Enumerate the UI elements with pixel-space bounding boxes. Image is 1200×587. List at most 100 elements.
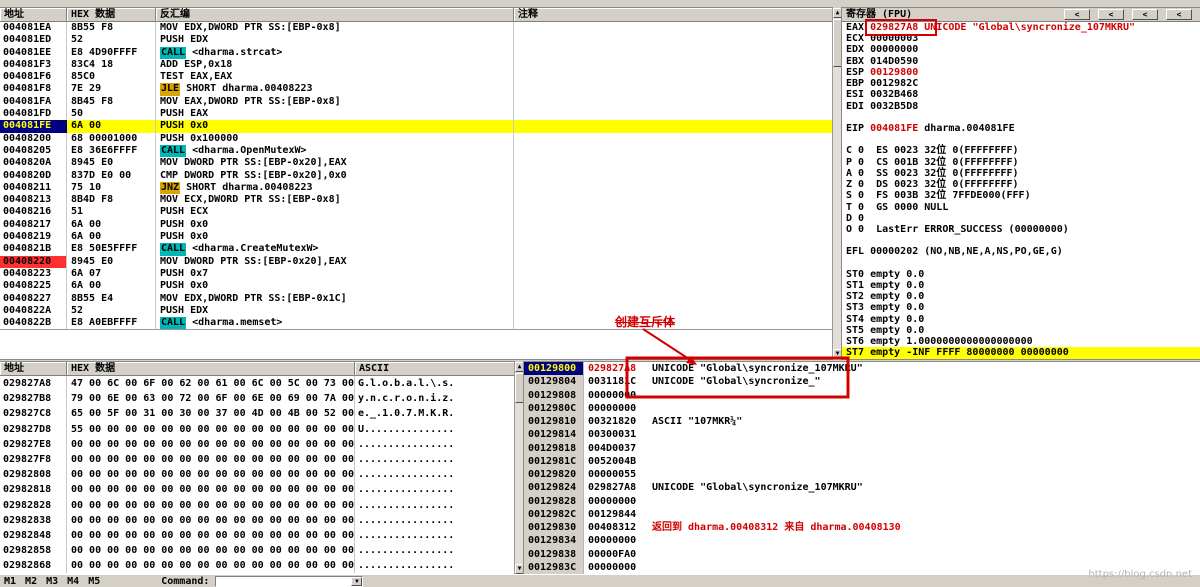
- register-line[interactable]: EAX 029827A8 UNICODE "Global\syncronize_…: [842, 22, 1200, 33]
- dump-col-header-hex[interactable]: HEX 数据: [67, 362, 355, 375]
- disasm-row[interactable]: 0040822A 52 PUSH EDX: [0, 304, 832, 318]
- dump-row[interactable]: 02982828 00 00 00 00 00 00 00 00 00 00 00…: [0, 497, 514, 513]
- dump-row[interactable]: 02982848 00 00 00 00 00 00 00 00 00 00 00…: [0, 527, 514, 544]
- register-line[interactable]: EIP 004081FE dharma.004081FE: [842, 123, 1200, 134]
- register-line[interactable]: [842, 112, 1200, 123]
- registers-view-chevron-button[interactable]: <: [1064, 9, 1090, 20]
- dump-row[interactable]: 02982838 00 00 00 00 00 00 00 00 00 00 00…: [0, 512, 514, 528]
- registers-view-chevron-button[interactable]: <: [1132, 9, 1158, 20]
- scroll-track[interactable]: [833, 67, 842, 349]
- dump-row[interactable]: 029827E8 00 00 00 00 00 00 00 00 00 00 00…: [0, 436, 514, 452]
- dump-scrollbar[interactable]: ▲ ▼: [514, 362, 524, 574]
- tab-m5[interactable]: M5: [88, 576, 100, 587]
- tab-m4[interactable]: M4: [67, 576, 79, 587]
- register-line[interactable]: P 0 CS 001B 32位 0(FFFFFFFF): [842, 157, 1200, 168]
- disasm-row[interactable]: 00408213 8B4D F8 MOV ECX,DWORD PTR SS:[EBP…: [0, 194, 832, 207]
- scroll-down-icon[interactable]: ▼: [833, 349, 842, 359]
- stack-row[interactable]: 0012981C 0052004B: [524, 454, 1200, 468]
- disasm-row[interactable]: 00408220 8945 E0 MOV DWORD PTR SS:[EBP-0x2…: [0, 255, 832, 268]
- register-line[interactable]: [842, 235, 1200, 246]
- stack-row[interactable]: 00129814 00300031: [524, 428, 1200, 442]
- register-line[interactable]: T 0 GS 0000 NULL: [842, 202, 1200, 213]
- register-line[interactable]: ST5 empty 0.0: [842, 325, 1200, 336]
- disasm-row[interactable]: 00408200 68 00001000 PUSH 0x100000: [0, 132, 832, 145]
- register-line[interactable]: A 0 SS 0023 32位 0(FFFFFFFF): [842, 168, 1200, 179]
- dump-col-header-ascii[interactable]: ASCII: [355, 362, 514, 375]
- register-line[interactable]: ST0 empty 0.0: [842, 269, 1200, 280]
- disasm-row[interactable]: 00408211 75 10 JNZ SHORT dharma.00408223: [0, 181, 832, 195]
- register-line[interactable]: ESI 0032B468: [842, 89, 1200, 100]
- disasm-row[interactable]: 0040822B E8 A0EBFFFF CALL <dharma.memset>: [0, 317, 832, 330]
- disasm-row[interactable]: 004081ED 52 PUSH EDX: [0, 34, 832, 47]
- disasm-row[interactable]: 0040820A 8945 E0 MOV DWORD PTR SS:[EBP-0x2…: [0, 157, 832, 170]
- scroll-up-icon[interactable]: ▲: [515, 362, 524, 372]
- register-line[interactable]: O 0 LastErr ERROR_SUCCESS (00000000): [842, 224, 1200, 235]
- register-line[interactable]: ST6 empty 1.0000000000000000000: [842, 336, 1200, 347]
- register-line[interactable]: ST1 empty 0.0: [842, 280, 1200, 291]
- disasm-row[interactable]: 00408227 8B55 E4 MOV EDX,DWORD PTR SS:[EBP…: [0, 292, 832, 305]
- register-line[interactable]: EDX 00000000: [842, 44, 1200, 55]
- scroll-down-icon[interactable]: ▼: [515, 564, 524, 574]
- dump-row[interactable]: 02982808 00 00 00 00 00 00 00 00 00 00 00…: [0, 467, 514, 483]
- register-line[interactable]: Z 0 DS 0023 32位 0(FFFFFFFF): [842, 179, 1200, 190]
- stack-row[interactable]: 00129804 0031181C UNICODE "Global\syncroni…: [524, 375, 1200, 389]
- disasm-row[interactable]: 00408205 E8 36E6FFFF CALL <dharma.OpenMute…: [0, 144, 832, 158]
- disasm-row[interactable]: 00408217 6A 00 PUSH 0x0: [0, 218, 832, 232]
- dump-scroll-thumb[interactable]: [515, 373, 524, 403]
- disasm-row[interactable]: 00408216 51 PUSH ECX: [0, 206, 832, 219]
- register-line[interactable]: [842, 258, 1200, 269]
- dump-row[interactable]: 029827F8 00 00 00 00 00 00 00 00 00 00 00…: [0, 451, 514, 468]
- stack-row[interactable]: 00129824 029827A8 UNICODE "Global\syncroni…: [524, 481, 1200, 495]
- dump-row[interactable]: 029827C8 65 00 5F 00 31 00 30 00 37 00 4D…: [0, 406, 514, 422]
- disasm-row[interactable]: 004081EA 8B55 F8 MOV EDX,DWORD PTR SS:[EBP…: [0, 22, 832, 35]
- stack-row[interactable]: 00129834 00000000: [524, 534, 1200, 548]
- col-header-disassembly[interactable]: 反汇编: [156, 8, 514, 21]
- register-line[interactable]: [842, 134, 1200, 145]
- disasm-row[interactable]: 004081EE E8 4D90FFFF CALL <dharma.strcat>: [0, 46, 832, 59]
- col-header-comment[interactable]: 注释: [514, 8, 832, 21]
- stack-row[interactable]: 00129818 004D0037: [524, 441, 1200, 455]
- register-line[interactable]: C 0 ES 0023 32位 0(FFFFFFFF): [842, 145, 1200, 156]
- disasm-row[interactable]: 00408223 6A 07 PUSH 0x7: [0, 267, 832, 281]
- disasm-row[interactable]: 0040820D 837D E0 00 CMP DWORD PTR SS:[EBP-…: [0, 169, 832, 182]
- registers-view-chevron-button[interactable]: <: [1166, 9, 1192, 20]
- register-line[interactable]: EBP 0012982C: [842, 78, 1200, 89]
- dump-col-header-address[interactable]: 地址: [0, 362, 67, 375]
- tab-m3[interactable]: M3: [46, 576, 58, 587]
- command-dropdown-arrow-icon[interactable]: ▼: [351, 576, 363, 586]
- dump-row[interactable]: 02982868 00 00 00 00 00 00 00 00 00 00 00…: [0, 558, 514, 574]
- command-input[interactable]: ▼: [215, 575, 364, 587]
- register-line[interactable]: ESP 00129800: [842, 67, 1200, 78]
- col-header-hex[interactable]: HEX 数据: [67, 8, 156, 21]
- register-line[interactable]: D 0: [842, 213, 1200, 224]
- disassembly-scrollbar[interactable]: ▲ ▼: [832, 8, 842, 359]
- dump-row[interactable]: 029827D8 55 00 00 00 00 00 00 00 00 00 00…: [0, 421, 514, 437]
- register-line[interactable]: ECX 00000003: [842, 33, 1200, 44]
- dump-row[interactable]: 029827B8 79 00 6E 00 63 00 72 00 6F 00 6E…: [0, 391, 514, 407]
- stack-row[interactable]: 00129810 00321820 ASCII "107MKR¼": [524, 415, 1200, 429]
- scroll-up-icon[interactable]: ▲: [833, 8, 842, 18]
- stack-row[interactable]: 00129830 00408312 返回到 dharma.00408312 来自 d…: [524, 521, 1200, 535]
- stack-row[interactable]: 00129800 029827A8 UNICODE "Global\syncroni…: [524, 362, 1200, 376]
- stack-row[interactable]: 00129838 00000FA0: [524, 547, 1200, 561]
- tab-m2[interactable]: M2: [25, 576, 37, 587]
- register-line[interactable]: ST7 empty -INF FFFF 80000000 00000000: [842, 347, 1200, 359]
- stack-row[interactable]: 00129820 00000055: [524, 468, 1200, 482]
- disasm-row[interactable]: 00408219 6A 00 PUSH 0x0: [0, 231, 832, 244]
- scroll-track[interactable]: [515, 403, 524, 564]
- register-line[interactable]: ST3 empty 0.0: [842, 302, 1200, 313]
- stack-row[interactable]: 0012980C 00000000: [524, 401, 1200, 415]
- disasm-row[interactable]: 0040821B E8 50E5FFFF CALL <dharma.CreateMu…: [0, 243, 832, 256]
- stack-row[interactable]: 0012982C 00129844: [524, 507, 1200, 521]
- disasm-row[interactable]: 004081F8 7E 29 JLE SHORT dharma.00408223: [0, 83, 832, 96]
- disasm-row[interactable]: 004081F6 85C0 TEST EAX,EAX: [0, 71, 832, 84]
- register-line[interactable]: EBX 014D0590: [842, 56, 1200, 67]
- disasm-row[interactable]: 004081F3 83C4 18 ADD ESP,0x18: [0, 58, 832, 72]
- dump-row[interactable]: 02982818 00 00 00 00 00 00 00 00 00 00 00…: [0, 482, 514, 498]
- disasm-row[interactable]: 00408225 6A 00 PUSH 0x0: [0, 280, 832, 293]
- col-header-address[interactable]: 地址: [0, 8, 67, 21]
- tab-m1[interactable]: M1: [4, 576, 16, 587]
- register-line[interactable]: S 0 FS 003B 32位 7FFDE000(FFF): [842, 190, 1200, 201]
- dump-row[interactable]: 02982858 00 00 00 00 00 00 00 00 00 00 00…: [0, 543, 514, 559]
- disasm-row[interactable]: 004081FE 6A 00 PUSH 0x0: [0, 120, 832, 133]
